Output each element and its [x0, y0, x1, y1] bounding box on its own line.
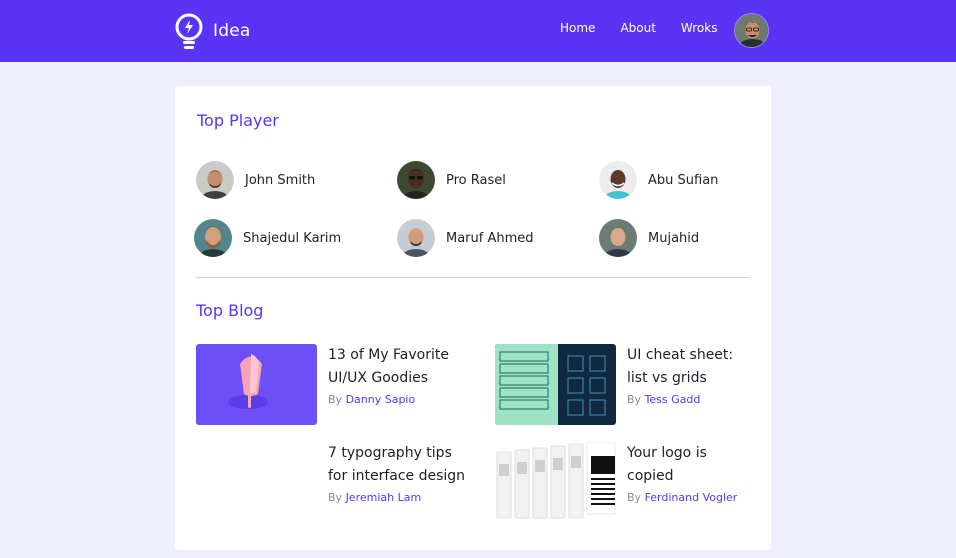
nav-about-link[interactable]: About	[620, 21, 655, 35]
player-item[interactable]: John Smith	[196, 161, 315, 199]
blog-title[interactable]: 13 of My Favorite UI/UX Goodies	[328, 344, 488, 390]
blog-byline: By Danny Sapio	[328, 393, 416, 406]
brand-logo[interactable]: Idea	[173, 12, 250, 50]
blog-author-link[interactable]: Tess Gadd	[645, 393, 701, 406]
player-name: Pro Rasel	[446, 172, 506, 188]
nav-home-link[interactable]: Home	[560, 21, 595, 35]
blog-byline: By Ferdinand Vogler	[627, 491, 738, 504]
blog-author-link[interactable]: Jeremiah Lam	[346, 491, 422, 504]
user-avatar[interactable]	[734, 13, 769, 48]
player-item[interactable]: Mujahid	[599, 219, 699, 257]
blog-thumbnail	[495, 344, 616, 425]
player-name: Maruf Ahmed	[446, 230, 534, 246]
player-item[interactable]: Abu Sufian	[599, 161, 718, 199]
blog-thumbnail	[495, 442, 616, 523]
blog-title[interactable]: UI cheat sheet: list vs grids	[627, 344, 787, 390]
section-divider	[196, 277, 749, 278]
player-name: John Smith	[245, 172, 316, 188]
blog-byline: By Tess Gadd	[627, 393, 701, 406]
player-avatar	[397, 161, 435, 199]
player-avatar	[196, 161, 234, 199]
player-avatar	[599, 219, 637, 257]
blog-title[interactable]: 7 typography tips for interface design	[328, 442, 488, 488]
blog-info: 13 of My Favorite UI/UX Goodies By Danny…	[328, 344, 488, 406]
player-name: Mujahid	[648, 230, 700, 246]
top-player-title: Top Player	[197, 111, 279, 130]
blog-title[interactable]: Your logo is copied	[627, 442, 787, 488]
player-item[interactable]: Shajedul Karim	[194, 219, 341, 257]
nav-works-link[interactable]: Wroks	[681, 21, 718, 35]
player-name: Shajedul Karim	[243, 230, 342, 246]
player-avatar	[194, 219, 232, 257]
brand-name: Idea	[213, 21, 251, 41]
player-avatar	[599, 161, 637, 199]
player-item[interactable]: Maruf Ahmed	[397, 219, 534, 257]
blog-byline: By Jeremiah Lam	[328, 491, 422, 504]
lightbulb-icon	[175, 13, 203, 49]
player-name: Abu Sufian	[648, 172, 719, 188]
blog-author-link[interactable]: Ferdinand Vogler	[645, 491, 738, 504]
top-navbar: Idea Home About Wroks	[0, 0, 956, 62]
top-blog-title: Top Blog	[196, 301, 264, 320]
player-item[interactable]: Pro Rasel	[397, 161, 506, 199]
blog-author-link[interactable]: Danny Sapio	[346, 393, 416, 406]
blog-info: Your logo is copied By Ferdinand Vogler	[627, 442, 787, 504]
blog-thumbnail	[196, 344, 317, 425]
blog-info: UI cheat sheet: list vs grids By Tess Ga…	[627, 344, 787, 406]
blog-info: 7 typography tips for interface design B…	[328, 442, 488, 504]
main-nav: Home About Wroks	[560, 21, 742, 35]
player-avatar	[397, 219, 435, 257]
